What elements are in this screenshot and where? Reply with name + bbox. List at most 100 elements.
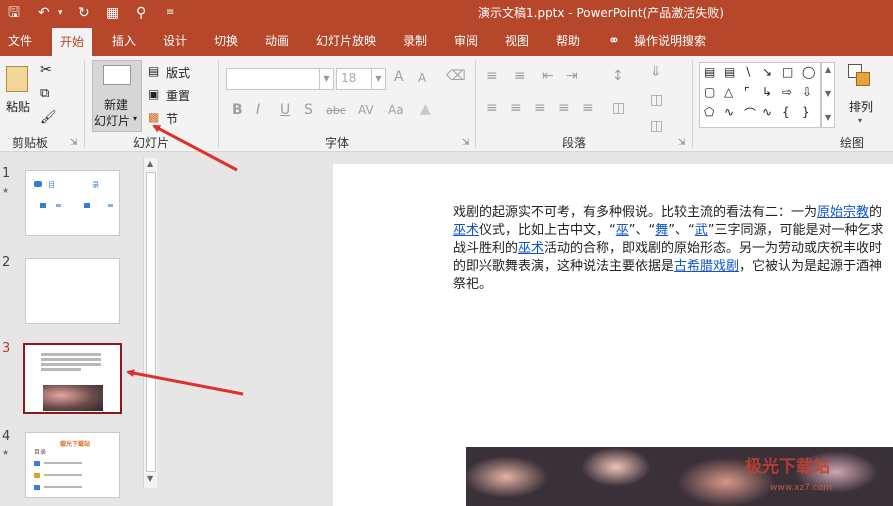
decrease-indent-icon[interactable]: ⇤ (542, 68, 554, 84)
arrow-line-icon[interactable]: ↘ (762, 65, 772, 79)
cut-icon[interactable]: ✂ (40, 62, 52, 78)
dialog-launcher-icon[interactable]: ⇲ (70, 138, 78, 148)
hyperlink[interactable]: 巫 (616, 223, 629, 238)
slide-number: 2 (2, 255, 11, 270)
bullets-icon[interactable]: ≡ (486, 68, 498, 84)
tab-record[interactable]: 录制 (403, 26, 427, 56)
hyperlink[interactable]: 原始宗教 (817, 205, 869, 220)
triangle-icon[interactable]: △ (724, 85, 733, 99)
font-size-combo[interactable]: 18 ▼ (336, 68, 386, 90)
tab-design[interactable]: 设计 (163, 26, 187, 56)
tab-insert[interactable]: 插入 (112, 26, 136, 56)
hyperlink[interactable]: 巫术 (453, 223, 479, 238)
text-direction-icon[interactable]: ⇓ (650, 64, 662, 80)
hyperlink[interactable]: 巫术 (518, 241, 544, 256)
rounded-rect-icon[interactable]: ▢ (704, 85, 715, 99)
slide-thumbnail-2[interactable] (25, 258, 120, 324)
chevron-down-icon[interactable]: ▼ (147, 474, 153, 483)
arrange-button[interactable]: 排列 (849, 98, 873, 115)
format-painter-icon[interactable]: 🖌 (40, 110, 57, 125)
textbox-icon[interactable]: ▤ (704, 65, 715, 79)
copy-icon[interactable]: ⧉ (40, 86, 49, 101)
slide-body-text[interactable]: 戏剧的起源实不可考，有多种假说。比较主流的看法有二：一为原始宗教的巫术仪式，比如… (453, 204, 893, 294)
clear-formatting-icon[interactable]: ⌫ (446, 68, 466, 84)
gallery-scroll[interactable]: ▲ ▼ ▼ (821, 62, 835, 128)
tab-transitions[interactable]: 切换 (214, 26, 238, 56)
grow-font-button[interactable]: A (394, 69, 404, 85)
shapes-gallery[interactable]: ▤ ▤ ∖ ↘ □ ◯ ▢ △ ⌜ ↳ ⇨ ⇩ ⬠ ∿ ⌒ ∿ { } (699, 62, 821, 128)
underline-button[interactable]: U (280, 102, 290, 118)
align-center-icon[interactable]: ≡ (510, 100, 522, 116)
brace-left-icon[interactable]: { (782, 105, 790, 119)
shadow-button[interactable]: S (304, 102, 313, 118)
animation-star-icon: ★ (2, 448, 10, 457)
oval-icon[interactable]: ◯ (802, 65, 815, 79)
dialog-launcher-icon[interactable]: ⇲ (678, 138, 686, 148)
tab-help[interactable]: 帮助 (556, 26, 580, 56)
hyperlink[interactable]: 古希腊戏剧 (674, 259, 739, 274)
increase-indent-icon[interactable]: ⇥ (566, 68, 578, 84)
elbow-connector-icon[interactable]: ⌜ (744, 85, 750, 99)
slide-thumbnail-3[interactable] (23, 343, 122, 414)
rectangle-icon[interactable]: □ (782, 65, 793, 79)
hyperlink[interactable]: 武 (695, 223, 708, 238)
thumb-text-line (41, 353, 101, 356)
present-icon[interactable]: ▦ (106, 3, 119, 23)
save-icon[interactable]: 🖫 (8, 3, 20, 23)
justify-icon[interactable]: ≡ (558, 100, 570, 116)
undo-icon[interactable]: ↶ (38, 3, 50, 23)
bold-button[interactable]: B (232, 102, 243, 118)
align-text-icon[interactable]: ◫ (650, 92, 663, 108)
strikethrough-button[interactable]: abc (326, 104, 346, 117)
section-button[interactable]: 节 (166, 110, 178, 127)
arc-icon[interactable]: ⌒ (744, 105, 756, 122)
reset-button[interactable]: 重置 (166, 87, 190, 104)
shrink-font-button[interactable]: A (418, 71, 426, 85)
numbering-icon[interactable]: ≡ (514, 68, 526, 84)
elbow-arrow-icon[interactable]: ↳ (762, 85, 772, 99)
change-case-button[interactable]: Aa (388, 103, 404, 117)
chevron-up-icon[interactable]: ▲ (147, 159, 153, 168)
tab-file[interactable]: 文件 (8, 26, 32, 56)
smartart-icon[interactable]: ◫ (650, 118, 663, 134)
layout-button[interactable]: 版式 (166, 64, 190, 81)
redo-icon[interactable]: ↻ (78, 3, 90, 23)
slides-panel-scrollbar[interactable]: ▲ ▼ (143, 158, 157, 488)
curve-icon[interactable]: ∿ (762, 105, 772, 119)
line-icon[interactable]: ∖ (744, 65, 752, 79)
distribute-icon[interactable]: ≡ (582, 100, 594, 116)
tab-slideshow[interactable]: 幻灯片放映 (316, 26, 376, 56)
pentagon-icon[interactable]: ⬠ (704, 105, 714, 119)
tell-me-search[interactable]: 操作说明搜索 (634, 26, 706, 56)
block-arrow-icon[interactable]: ⇨ (782, 85, 792, 99)
dialog-launcher-icon[interactable]: ⇲ (462, 138, 470, 148)
down-arrow-icon[interactable]: ⇩ (802, 85, 812, 99)
print-preview-icon[interactable]: ⚲ (136, 3, 146, 23)
slide-thumbnail-4[interactable]: 载光下载站 目录 (25, 432, 120, 498)
scrollbar-thumb[interactable] (146, 172, 156, 472)
vertical-textbox-icon[interactable]: ▤ (724, 65, 735, 79)
tab-animations[interactable]: 动画 (265, 26, 289, 56)
new-slide-button[interactable]: 新建 幻灯片 ▾ (92, 60, 142, 132)
italic-button[interactable]: I (256, 102, 260, 118)
paste-button[interactable]: 粘贴 (6, 98, 30, 115)
undo-dropdown-icon[interactable]: ▾ (58, 3, 63, 23)
char-spacing-button[interactable]: AV (358, 103, 374, 117)
tab-view[interactable]: 视图 (505, 26, 529, 56)
line-spacing-icon[interactable]: ↕ (612, 68, 624, 84)
animation-star-icon: ★ (2, 186, 10, 195)
tab-review[interactable]: 审阅 (454, 26, 478, 56)
customize-icon[interactable]: ≡ (166, 3, 174, 23)
slide-thumbnail-1[interactable]: 目 录 (25, 170, 120, 236)
brace-right-icon[interactable]: } (802, 105, 810, 119)
align-right-icon[interactable]: ≡ (534, 100, 546, 116)
freeform-icon[interactable]: ∿ (724, 105, 734, 119)
columns-icon[interactable]: ◫ (612, 100, 625, 116)
font-name-combo[interactable]: ▼ (226, 68, 334, 90)
section-icon: ▩ (148, 110, 160, 124)
align-left-icon[interactable]: ≡ (486, 100, 498, 116)
tab-home[interactable]: 开始 (52, 28, 93, 56)
paste-icon[interactable] (6, 66, 28, 92)
hyperlink[interactable]: 舞 (655, 223, 668, 238)
font-color-icon[interactable]: ▲ (420, 101, 431, 117)
